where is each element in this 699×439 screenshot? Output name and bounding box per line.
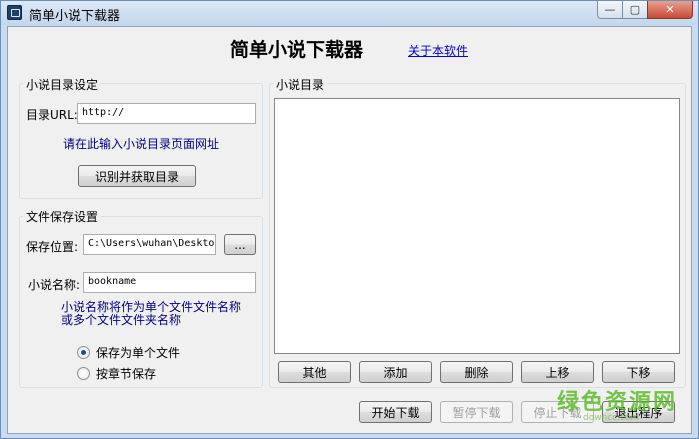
client-area: 简单小说下载器 关于本软件 小说目录设定 目录URL: http:// 请在此输… [7,26,692,434]
move-up-button[interactable]: 上移 [521,361,594,383]
book-name-input[interactable]: bookname [83,272,256,293]
url-input[interactable]: http:// [77,103,256,124]
title-bar[interactable]: 简单小说下载器 — ▢ ✕ [1,1,698,25]
radio-save-by-chapter-label: 按章节保存 [96,367,157,381]
window-title: 简单小说下载器 [29,9,121,24]
radio-save-single-file[interactable]: 保存为单个文件 [77,344,180,361]
save-path-input[interactable]: C:\Users\wuhan\Desktop [83,234,216,255]
fetch-catalog-button[interactable]: 识别并获取目录 [78,165,196,187]
file-settings-title: 文件保存设置 [23,208,102,225]
directory-title: 小说目录 [273,76,328,93]
browse-button[interactable]: ... [224,234,256,255]
close-icon: ✕ [665,3,675,16]
maximize-icon: ▢ [629,3,641,16]
close-button[interactable]: ✕ [647,1,693,19]
catalog-settings-title: 小说目录设定 [23,76,102,93]
maximize-button[interactable]: ▢ [622,1,648,19]
radio-selected-indicator [77,346,90,359]
other-button[interactable]: 其他 [278,361,351,383]
start-download-button[interactable]: 开始下载 [359,401,432,423]
radio-save-by-chapter[interactable]: 按章节保存 [77,365,156,382]
app-window: 简单小说下载器 — ▢ ✕ 简单小说下载器 关于本软件 小说目录设定 目录URL… [0,0,699,439]
app-icon [7,5,22,20]
add-button[interactable]: 添加 [359,361,432,383]
save-path-label: 保存位置: [26,240,79,254]
url-label: 目录URL: [26,108,78,122]
watermark-url: downcc.com [583,413,640,423]
app-heading: 简单小说下载器 [230,39,364,61]
book-name-label: 小说名称: [28,278,81,292]
url-hint: 请在此输入小说目录页面网址 [63,137,220,151]
radio-save-single-file-label: 保存为单个文件 [96,346,181,360]
minimize-icon: — [604,3,616,16]
minimize-button[interactable]: — [597,1,623,19]
radio-unselected-indicator [77,367,90,380]
chapter-list[interactable] [274,98,680,354]
move-down-button[interactable]: 下移 [602,361,675,383]
pause-download-button[interactable]: 暂停下载 [440,401,513,423]
book-name-hint-line2: 或多个文件文件夹名称 [61,313,182,327]
watermark-logo: 绿色资源网 [557,390,678,415]
about-link[interactable]: 关于本软件 [408,42,468,59]
delete-button[interactable]: 删除 [440,361,513,383]
